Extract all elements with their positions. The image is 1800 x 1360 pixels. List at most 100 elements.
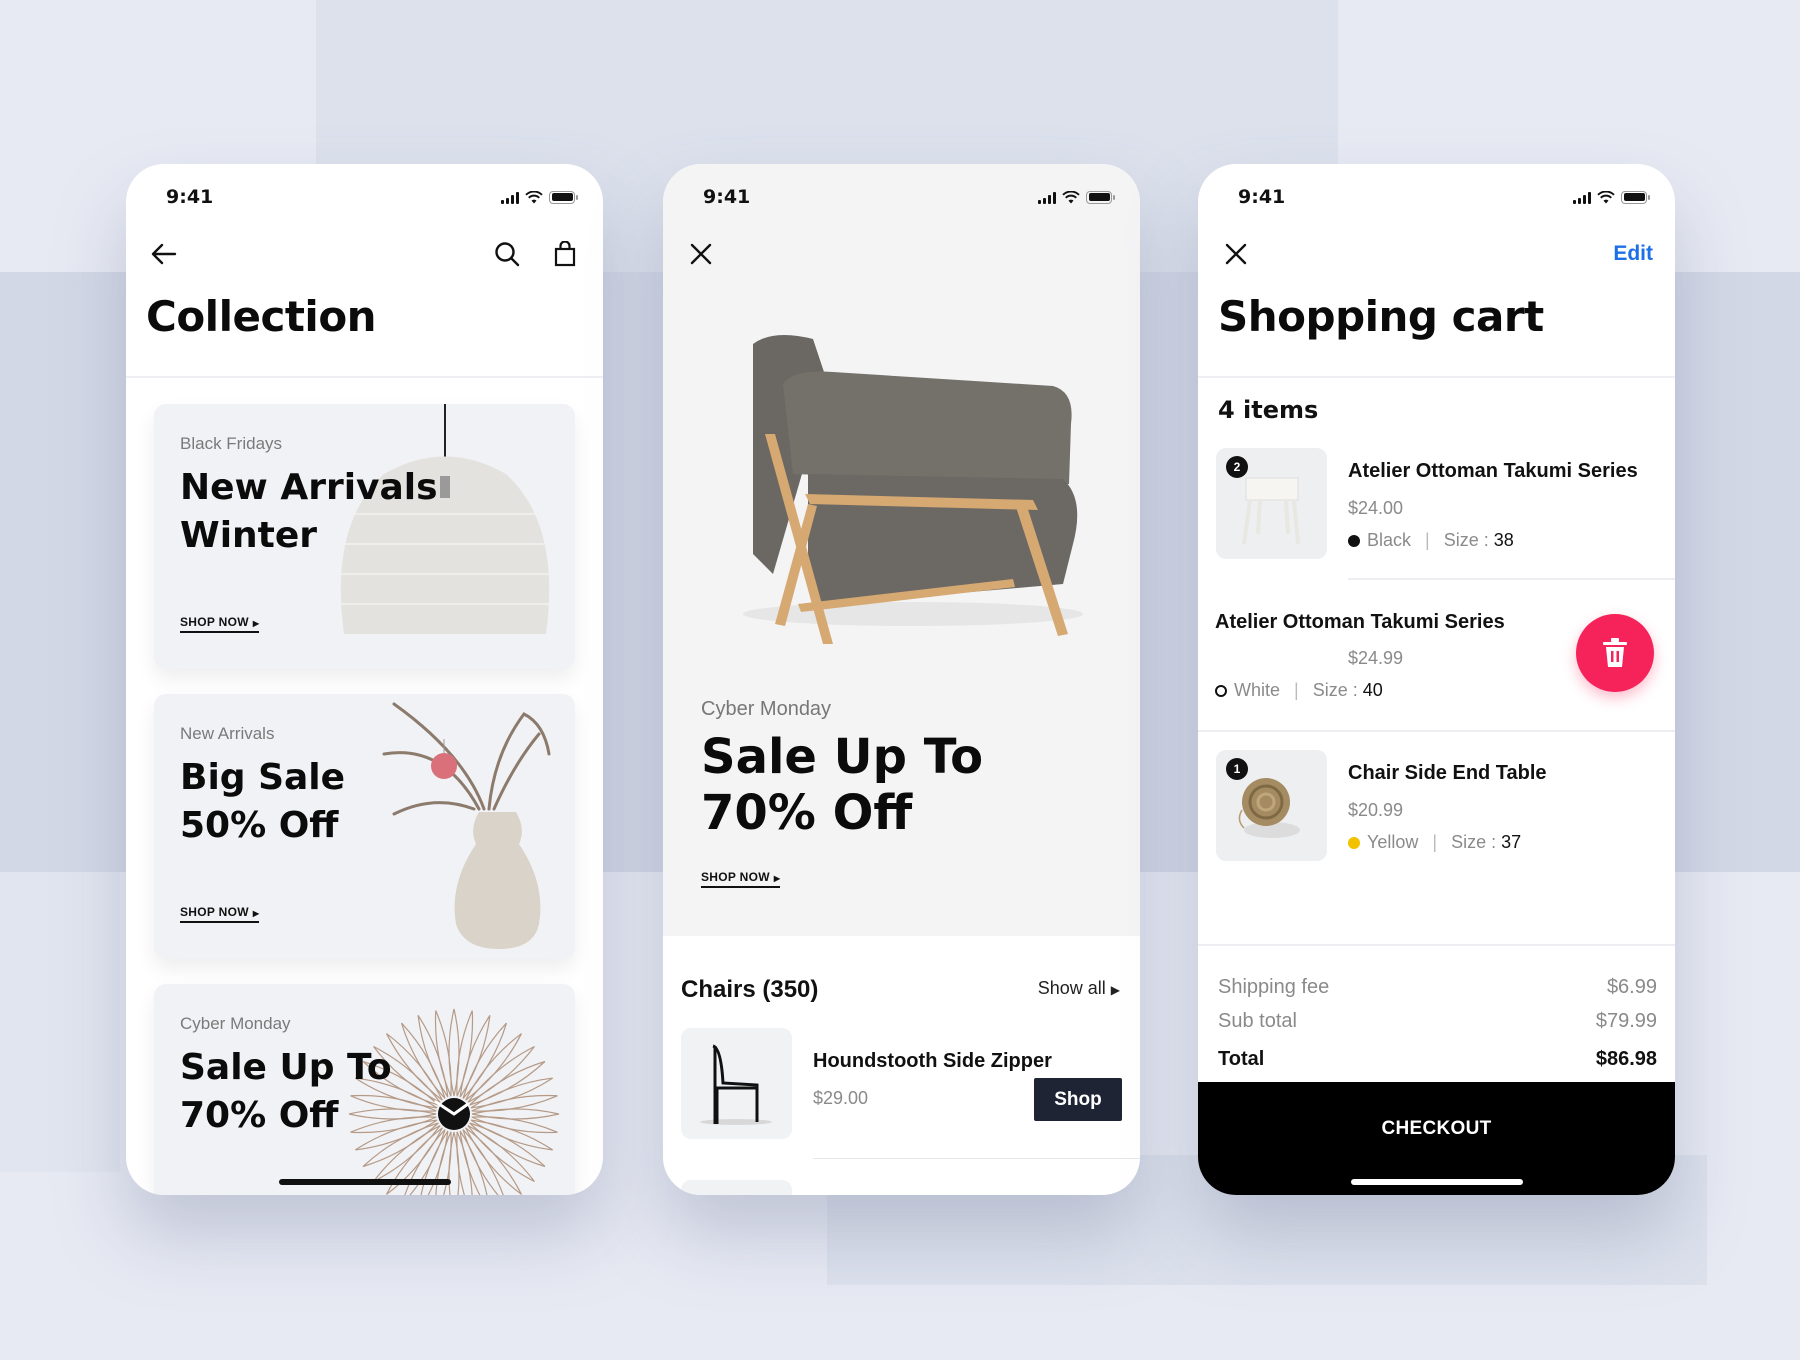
product-thumbnail[interactable] — [681, 1180, 792, 1195]
cart-button[interactable] — [549, 238, 581, 270]
card-kicker: Black Fridays — [180, 434, 283, 453]
separator: | — [1432, 832, 1438, 852]
close-icon — [1225, 243, 1247, 265]
header-divider — [1198, 376, 1675, 378]
row-divider — [1348, 578, 1675, 580]
caret-right-icon: ▶ — [252, 619, 260, 628]
cart-item-options: Black | Size : 38 — [1348, 530, 1514, 551]
color-label: Black — [1367, 530, 1412, 550]
summary-divider — [1198, 944, 1675, 946]
color-label: Yellow — [1367, 832, 1419, 852]
card-kicker: Cyber Monday — [180, 1014, 291, 1033]
summary-value: $6.99 — [1606, 976, 1657, 998]
summary-shipping: Shipping fee $6.99 — [1218, 976, 1657, 999]
page-title: Collection — [146, 292, 377, 341]
show-all-link[interactable]: Show all ▶ — [1038, 978, 1120, 999]
promo-card[interactable]: Black Fridays New Arrivals Winter SHOP N… — [154, 404, 575, 669]
color-label: White — [1234, 680, 1281, 700]
home-indicator[interactable] — [278, 1179, 451, 1185]
cart-item-name[interactable]: Chair Side End Table — [1348, 762, 1547, 785]
status-bar: 9:41 — [126, 182, 603, 212]
color-swatch — [1348, 836, 1360, 849]
product-section: Chairs (350) Show all ▶ Houndstooth Side… — [663, 936, 1140, 1195]
edit-button[interactable]: Edit — [1613, 242, 1653, 266]
collection-screen: 9:41 Collection Black Fridays New Arriva… — [126, 164, 603, 1195]
background-panel — [0, 872, 120, 1172]
product-screen: Cyber Monday Sale Up To 70% Off SHOP NOW… — [663, 164, 1140, 1195]
row-divider — [1198, 730, 1675, 732]
cart-item-options: White | Size : 40 — [1215, 680, 1383, 701]
close-button[interactable] — [685, 238, 717, 270]
cart-item-thumbnail[interactable]: 1 — [1216, 750, 1327, 861]
cellular-signal-icon — [1573, 191, 1591, 204]
shop-now-label: SHOP NOW — [701, 870, 770, 884]
cart-item-name[interactable]: Atelier Ottoman Takumi Series — [1348, 460, 1638, 483]
battery-icon — [549, 190, 578, 204]
size-value: 37 — [1501, 832, 1522, 852]
promo-card[interactable]: New Arrivals Big Sale 50% Off SHOP NOW ▶ — [154, 694, 575, 959]
size-label: Size : — [1312, 680, 1358, 700]
size-label: Size : — [1451, 832, 1497, 852]
summary-subtotal: Sub total $79.99 — [1218, 1010, 1657, 1033]
card-kicker: New Arrivals — [180, 724, 275, 743]
section-title: Chairs (350) — [681, 976, 819, 1003]
cellular-signal-icon — [501, 191, 519, 204]
status-bar: 9:41 — [663, 182, 1140, 212]
cart-item-name[interactable]: Atelier Ottoman Takumi Series — [1215, 611, 1505, 634]
close-icon — [690, 243, 712, 265]
promo-card[interactable]: Cyber Monday Sale Up To 70% Off — [154, 984, 575, 1195]
product-thumbnail[interactable] — [681, 1028, 792, 1139]
cellular-signal-icon — [1038, 191, 1056, 204]
status-time: 9:41 — [1238, 186, 1286, 208]
summary-label: Sub total — [1218, 1010, 1297, 1032]
product-price: $29.00 — [813, 1088, 869, 1108]
checkout-button[interactable]: CHECKOUT — [1198, 1082, 1675, 1195]
clock-petal — [420, 1130, 449, 1195]
card-headline: Sale Up To 70% Off — [180, 1047, 392, 1136]
wifi-icon — [1062, 190, 1080, 203]
status-time: 9:41 — [166, 186, 214, 208]
cart-screen: 9:41 Edit Shopping cart 4 items 2 Atelie… — [1198, 164, 1675, 1195]
cart-item-options: Yellow | Size : 37 — [1348, 832, 1521, 853]
color-swatch — [1348, 534, 1360, 547]
shop-now-link[interactable]: SHOP NOW ▶ — [180, 905, 260, 923]
page-title: Shopping cart — [1218, 292, 1544, 341]
caret-right-icon: ▶ — [1110, 983, 1120, 997]
cart-item-price: $24.99 — [1348, 648, 1404, 668]
show-all-label: Show all — [1037, 978, 1106, 998]
separator: | — [1425, 530, 1430, 550]
shop-now-link[interactable]: SHOP NOW ▶ — [701, 870, 781, 888]
quantity-badge: 1 — [1226, 758, 1248, 780]
quantity-badge: 2 — [1226, 456, 1248, 478]
clock-petal — [459, 1130, 488, 1195]
cart-item-price: $24.00 — [1348, 498, 1404, 518]
shop-now-label: SHOP NOW — [180, 905, 249, 919]
separator: | — [1294, 680, 1299, 700]
summary-value: $86.98 — [1595, 1048, 1657, 1070]
hero-headline: Sale Up To 70% Off — [701, 729, 984, 841]
back-button[interactable] — [148, 238, 180, 270]
card-headline: New Arrivals Winter — [180, 467, 438, 556]
status-time: 9:41 — [703, 186, 751, 208]
color-swatch — [1215, 684, 1227, 697]
shop-button[interactable]: Shop — [1034, 1078, 1122, 1121]
battery-icon — [1086, 190, 1115, 204]
shopping-bag-icon — [554, 241, 576, 267]
status-bar: 9:41 — [1198, 182, 1675, 212]
summary-label: Shipping fee — [1218, 976, 1330, 998]
search-icon — [495, 242, 520, 267]
wifi-icon — [1597, 190, 1615, 203]
delete-item-button[interactable] — [1576, 614, 1654, 692]
search-button[interactable] — [491, 238, 523, 270]
card-headline: Big Sale 50% Off — [180, 757, 346, 846]
size-label: Size : — [1443, 530, 1489, 550]
home-indicator[interactable] — [1350, 1179, 1523, 1185]
product-name[interactable]: Houndstooth Side Zipper — [813, 1050, 1052, 1073]
close-button[interactable] — [1220, 238, 1252, 270]
shop-now-link[interactable]: SHOP NOW ▶ — [180, 615, 260, 633]
hero-banner: Cyber Monday Sale Up To 70% Off SHOP NOW… — [663, 164, 1140, 936]
shop-now-label: SHOP NOW — [180, 615, 249, 629]
row-divider — [813, 1158, 1140, 1159]
summary-total: Total $86.98 — [1218, 1048, 1657, 1071]
cart-item-thumbnail[interactable]: 2 — [1216, 448, 1327, 559]
